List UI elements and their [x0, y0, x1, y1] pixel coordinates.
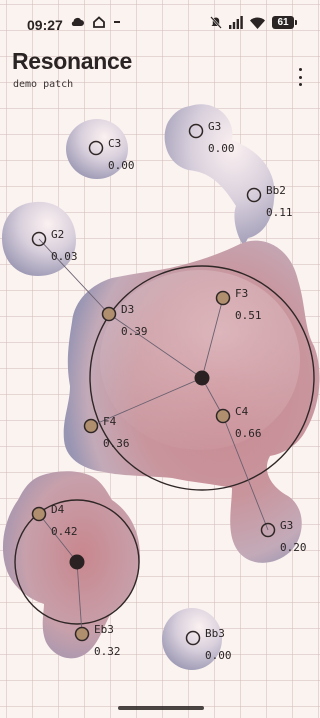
note-handle[interactable]	[215, 290, 231, 306]
note-handle[interactable]	[31, 506, 47, 522]
note-name: D3	[121, 303, 134, 316]
note-name: Bb3	[205, 627, 225, 640]
note-name: F3	[235, 287, 248, 300]
note-handle[interactable]	[74, 626, 90, 642]
note-handle[interactable]	[101, 306, 117, 322]
note-handle[interactable]	[83, 418, 99, 434]
resonator-center-left[interactable]	[69, 554, 85, 570]
note-amplitude: 0.66	[235, 427, 262, 440]
blob-highlight	[100, 270, 300, 450]
resonator-center-main[interactable]	[194, 370, 210, 386]
note-name: D4	[51, 503, 65, 516]
note-name: G3	[208, 120, 221, 133]
note-amplitude: 0.51	[235, 309, 262, 322]
note-name: Bb2	[266, 184, 286, 197]
note-amplitude: 0.39	[121, 325, 148, 338]
note-name: G2	[51, 228, 64, 241]
note-amplitude: 0.32	[94, 645, 121, 658]
note-amplitude: 0.00	[205, 649, 232, 662]
resonance-canvas[interactable]: C3 0.00 G3 0.00 Bb2 0.11 G2 0.03 D3 0.39 F3 0.51 F4 0…	[0, 0, 320, 718]
note-amplitude: 0.00	[208, 142, 235, 155]
note-amplitude: 0.03	[51, 250, 78, 263]
note-amplitude: 0.00	[108, 159, 135, 172]
note-amplitude: 0.20	[280, 541, 307, 554]
note-amplitude: 0.11	[266, 206, 293, 219]
blob-g2	[2, 201, 76, 276]
note-name: F4	[103, 415, 117, 428]
note-name: Eb3	[94, 623, 114, 636]
note-handle[interactable]	[215, 408, 231, 424]
note-name: C3	[108, 137, 121, 150]
note-amplitude: 0.42	[51, 525, 78, 538]
home-indicator[interactable]	[118, 706, 204, 710]
note-name: C4	[235, 405, 249, 418]
note-amplitude: 0.36	[103, 437, 130, 450]
note-name: G3	[280, 519, 293, 532]
